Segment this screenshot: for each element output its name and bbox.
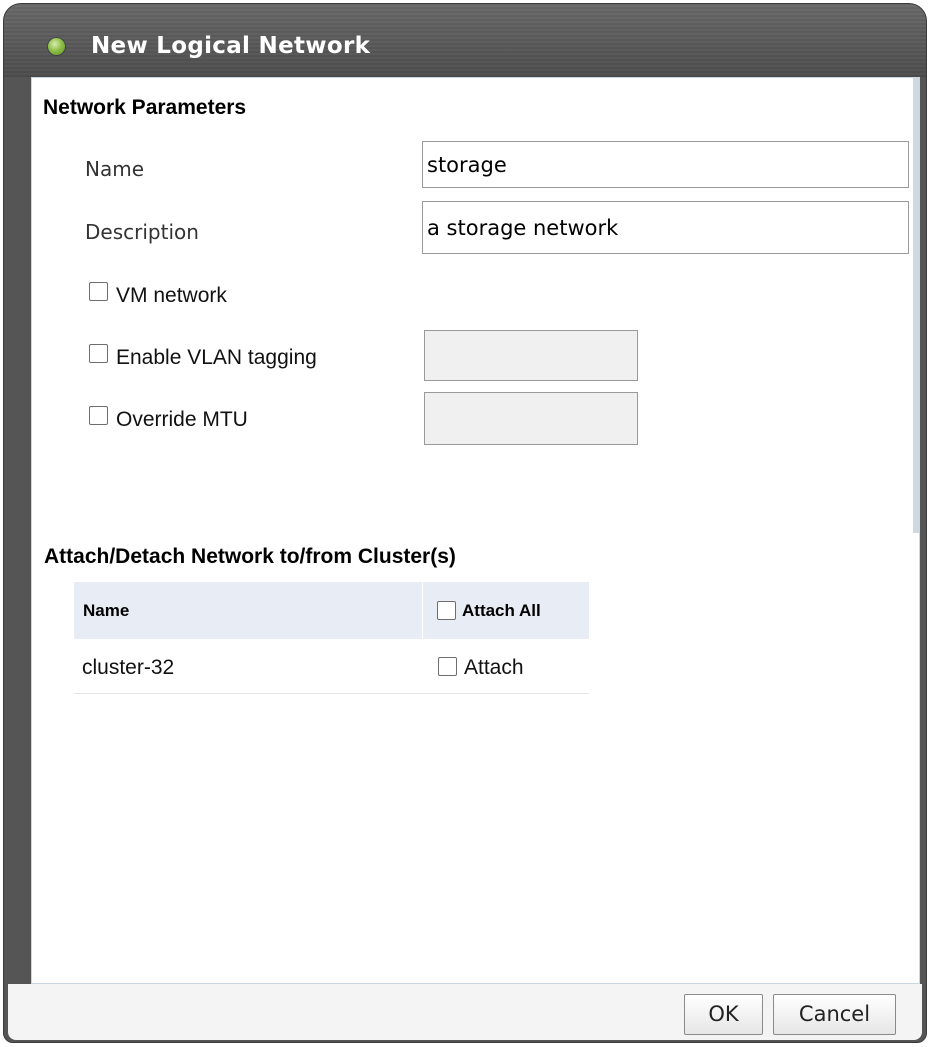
description-label: Description xyxy=(85,220,199,244)
new-logical-network-dialog: New Logical Network Network Parameters N… xyxy=(3,3,927,1043)
column-header-name[interactable]: Name xyxy=(83,601,129,621)
row-divider xyxy=(74,693,589,694)
dialog-footer: OK Cancel xyxy=(8,984,922,1040)
name-label: Name xyxy=(85,157,145,181)
status-dot-icon xyxy=(48,38,65,55)
attach-all-checkbox[interactable] xyxy=(437,601,456,620)
dialog-title: New Logical Network xyxy=(91,33,371,59)
cancel-button[interactable]: Cancel xyxy=(773,994,896,1035)
dialog-title-bar[interactable]: New Logical Network xyxy=(4,4,926,77)
override-mtu-checkbox[interactable] xyxy=(89,406,108,425)
override-mtu-label[interactable]: Override MTU xyxy=(116,408,248,432)
network-parameters-heading: Network Parameters xyxy=(43,96,247,119)
cluster-name: cluster-32 xyxy=(82,656,175,679)
attach-all-label[interactable]: Attach All xyxy=(462,601,541,621)
clusters-table-header: Name Attach All xyxy=(74,582,589,639)
clusters-heading: Attach/Detach Network to/from Cluster(s) xyxy=(44,545,456,568)
name-input[interactable] xyxy=(422,141,909,188)
vlan-tagging-checkbox[interactable] xyxy=(89,344,108,363)
vlan-tagging-label[interactable]: Enable VLAN tagging xyxy=(116,346,317,370)
ok-button[interactable]: OK xyxy=(684,994,763,1035)
attach-label[interactable]: Attach xyxy=(464,656,524,680)
dialog-content: Network Parameters Name Description VM n… xyxy=(31,77,920,984)
column-divider xyxy=(422,582,423,639)
mtu-input[interactable] xyxy=(424,392,638,445)
scrollbar[interactable] xyxy=(913,78,919,533)
vm-network-checkbox[interactable] xyxy=(89,282,108,301)
vlan-tag-input[interactable] xyxy=(424,330,638,381)
attach-checkbox[interactable] xyxy=(438,657,457,676)
description-input[interactable] xyxy=(422,201,909,254)
vm-network-label[interactable]: VM network xyxy=(116,284,227,308)
